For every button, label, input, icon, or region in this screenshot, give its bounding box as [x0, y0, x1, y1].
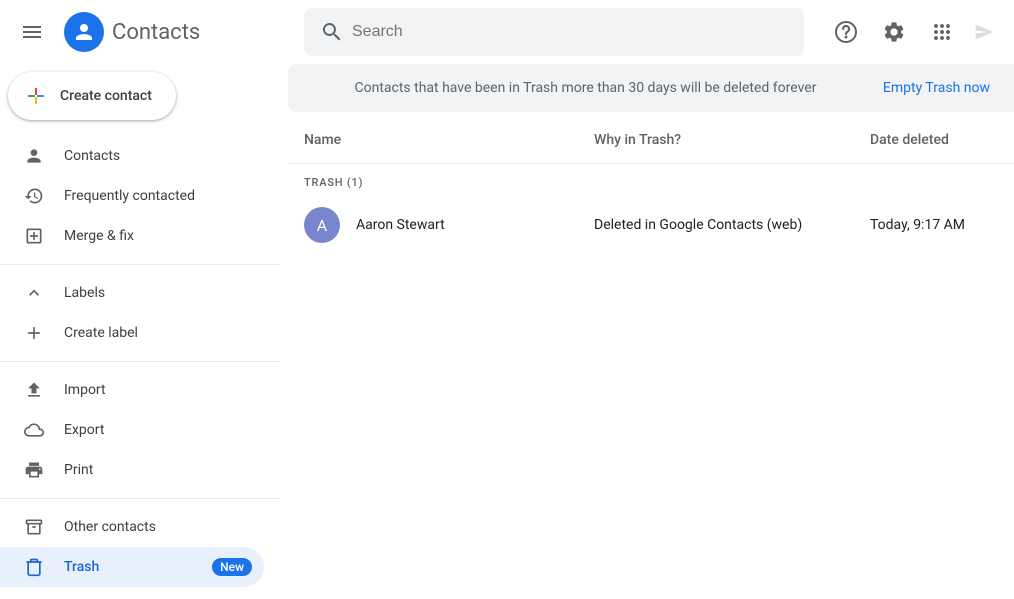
column-header-date: Date deleted: [870, 132, 998, 148]
send-icon: [974, 22, 994, 42]
column-header-why: Why in Trash?: [594, 132, 870, 148]
sidebar-item-label: Frequently contacted: [64, 188, 252, 204]
row-date: Today, 9:17 AM: [870, 217, 998, 233]
logo-area[interactable]: Contacts: [64, 12, 264, 52]
search-input[interactable]: [352, 23, 796, 41]
sidebar-item-labels[interactable]: Labels: [0, 273, 264, 313]
person-icon: [24, 146, 44, 166]
account-button[interactable]: [970, 12, 998, 52]
create-contact-button[interactable]: Create contact: [8, 72, 176, 120]
plus-icon: [24, 323, 44, 343]
sidebar-item-label: Import: [64, 382, 252, 398]
sidebar-item-label: Trash: [64, 559, 192, 575]
divider: [0, 361, 280, 362]
column-headers: Name Why in Trash? Date deleted: [288, 116, 1014, 164]
sidebar-item-label: Other contacts: [64, 519, 252, 535]
main-menu-button[interactable]: [8, 8, 56, 56]
banner-text: Contacts that have been in Trash more th…: [312, 80, 859, 96]
sidebar-item-create-label[interactable]: Create label: [0, 313, 264, 353]
settings-button[interactable]: [874, 12, 914, 52]
empty-trash-link[interactable]: Empty Trash now: [883, 80, 990, 96]
divider: [0, 264, 280, 265]
sidebar-item-label: Create label: [64, 325, 252, 341]
sidebar-item-label: Export: [64, 422, 252, 438]
app-title: Contacts: [112, 20, 200, 45]
gear-icon: [882, 20, 906, 44]
header-actions: [826, 12, 1006, 52]
print-icon: [24, 460, 44, 480]
row-name-cell: A Aaron Stewart: [304, 207, 594, 243]
sidebar-item-contacts[interactable]: Contacts: [0, 136, 264, 176]
sidebar-item-export[interactable]: Export: [0, 410, 264, 450]
divider: [0, 498, 280, 499]
sidebar: Create contact Contacts Frequently conta…: [0, 64, 280, 599]
help-icon: [834, 20, 858, 44]
sidebar-item-trash[interactable]: Trash New: [0, 547, 264, 587]
sidebar-item-other[interactable]: Other contacts: [0, 507, 264, 547]
search-icon: [320, 20, 344, 44]
hamburger-icon: [20, 20, 44, 44]
avatar: A: [304, 207, 340, 243]
sidebar-item-label: Merge & fix: [64, 228, 252, 244]
row-why: Deleted in Google Contacts (web): [594, 217, 870, 233]
search-button[interactable]: [312, 12, 352, 52]
archive-icon: [24, 517, 44, 537]
sidebar-item-merge[interactable]: Merge & fix: [0, 216, 264, 256]
app-header: Contacts: [0, 0, 1014, 64]
create-contact-label: Create contact: [60, 88, 152, 104]
contacts-logo-icon: [64, 12, 104, 52]
section-header: TRASH (1): [288, 164, 1014, 197]
apps-button[interactable]: [922, 12, 962, 52]
help-button[interactable]: [826, 12, 866, 52]
table-row[interactable]: A Aaron Stewart Deleted in Google Contac…: [288, 197, 1014, 253]
history-icon: [24, 186, 44, 206]
merge-icon: [24, 226, 44, 246]
trash-banner: Contacts that have been in Trash more th…: [288, 64, 1014, 112]
new-badge: New: [212, 558, 252, 576]
cloud-download-icon: [24, 420, 44, 440]
sidebar-item-label: Labels: [64, 285, 252, 301]
upload-icon: [24, 380, 44, 400]
sidebar-item-import[interactable]: Import: [0, 370, 264, 410]
sidebar-item-label: Contacts: [64, 148, 252, 164]
apps-grid-icon: [930, 20, 954, 44]
trash-icon: [24, 557, 44, 577]
sidebar-item-print[interactable]: Print: [0, 450, 264, 490]
chevron-up-icon: [24, 283, 44, 303]
search-bar[interactable]: [304, 8, 804, 56]
sidebar-item-frequently[interactable]: Frequently contacted: [0, 176, 264, 216]
plus-icon: [24, 84, 48, 108]
main-content: Contacts that have been in Trash more th…: [280, 64, 1014, 599]
sidebar-item-label: Print: [64, 462, 252, 478]
contact-name: Aaron Stewart: [356, 217, 445, 233]
column-header-name: Name: [304, 132, 594, 148]
